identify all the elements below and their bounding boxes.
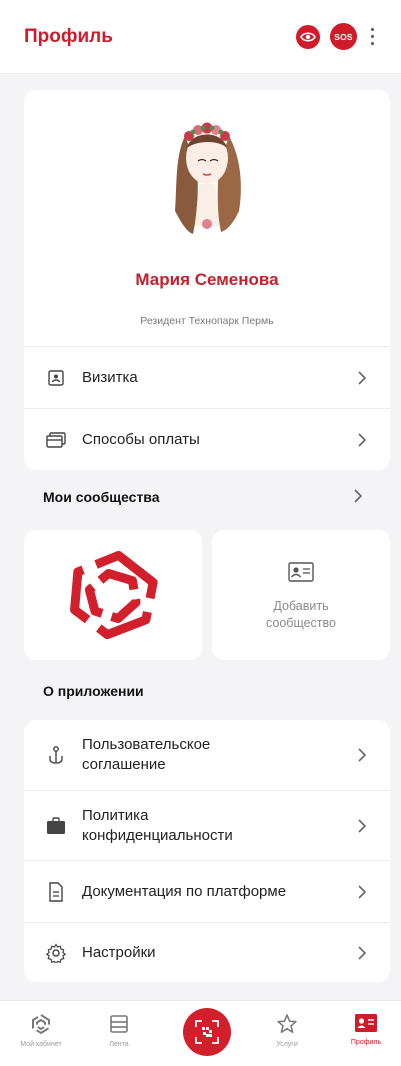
communities-title: Мои сообщества xyxy=(43,489,160,505)
business-card-row[interactable]: Визитка xyxy=(24,346,390,408)
qr-scan-button[interactable] xyxy=(183,1008,231,1056)
community-logo-icon xyxy=(70,550,158,640)
communities-chevron-icon[interactable] xyxy=(350,488,366,504)
chevron-right-icon xyxy=(354,884,370,900)
settings-row[interactable]: Настройки xyxy=(24,922,390,982)
about-title: О приложении xyxy=(43,683,144,699)
feed-icon xyxy=(110,1015,128,1033)
tab-feed[interactable]: Лента xyxy=(84,1013,154,1048)
tab-label: Мой кабинет xyxy=(20,1041,62,1048)
visibility-button[interactable] xyxy=(296,24,320,49)
business-card-label: Визитка xyxy=(82,368,138,386)
bottom-navigation: Мой кабинет Лента Услуги Профиль xyxy=(0,1000,401,1066)
tab-services[interactable]: Услуги xyxy=(252,1013,322,1048)
page-title: Профиль xyxy=(24,25,113,47)
gear-icon xyxy=(44,941,68,965)
profile-name: Мария Семенова xyxy=(135,270,279,289)
payment-methods-label: Способы оплаты xyxy=(82,430,200,448)
tab-profile[interactable]: Профиль xyxy=(331,1013,401,1046)
document-icon xyxy=(44,880,68,904)
more-vertical-icon xyxy=(370,27,374,31)
qr-scan-icon xyxy=(195,1020,219,1044)
privacy-policy-label: Политика конфиденциальности xyxy=(82,806,233,844)
header-actions: SOS xyxy=(296,23,377,50)
id-card-icon xyxy=(44,366,68,390)
payment-methods-row[interactable]: Способы оплаты xyxy=(24,408,390,470)
platform-docs-label: Документация по платформе xyxy=(82,882,287,900)
logo-icon xyxy=(32,1013,50,1035)
payment-cards-icon xyxy=(44,428,68,452)
chevron-right-icon xyxy=(354,432,370,448)
privacy-policy-row[interactable]: Политика конфиденциальности xyxy=(24,790,390,860)
tab-label: Услуги xyxy=(276,1041,298,1048)
tab-my-cabinet[interactable]: Мой кабинет xyxy=(6,1013,76,1048)
chevron-right-icon xyxy=(354,370,370,386)
eye-icon xyxy=(300,31,316,42)
top-app-bar: Профиль SOS xyxy=(0,0,401,74)
user-agreement-label: Пользовательское соглашение xyxy=(82,736,211,773)
more-menu-button[interactable] xyxy=(367,26,377,48)
tab-label: Лента xyxy=(109,1041,129,1048)
add-id-card-icon xyxy=(288,562,314,582)
profile-role: Резидент Технопарк Пермь xyxy=(140,315,274,327)
anchor-icon xyxy=(44,743,68,767)
star-icon xyxy=(277,1014,297,1033)
profile-card-icon xyxy=(355,1014,377,1032)
avatar[interactable] xyxy=(157,106,257,236)
platform-docs-row[interactable]: Документация по платформе xyxy=(24,860,390,922)
profile-card: Мария Семенова Резидент Технопарк Пермь … xyxy=(24,90,390,470)
briefcase-icon xyxy=(44,814,68,838)
settings-label: Настройки xyxy=(82,943,156,961)
add-community-button[interactable]: Добавить сообщество xyxy=(212,530,390,660)
chevron-right-icon xyxy=(354,818,370,834)
add-community-label: Добавить сообщество xyxy=(266,599,336,630)
user-agreement-row[interactable]: Пользовательское соглашение xyxy=(24,720,390,790)
sos-button[interactable]: SOS xyxy=(330,23,357,50)
chevron-right-icon xyxy=(354,945,370,961)
tab-label: Профиль xyxy=(350,1039,382,1046)
chevron-right-icon xyxy=(354,747,370,763)
community-tile[interactable] xyxy=(24,530,202,660)
about-card: Пользовательское соглашение Политика кон… xyxy=(24,720,390,982)
